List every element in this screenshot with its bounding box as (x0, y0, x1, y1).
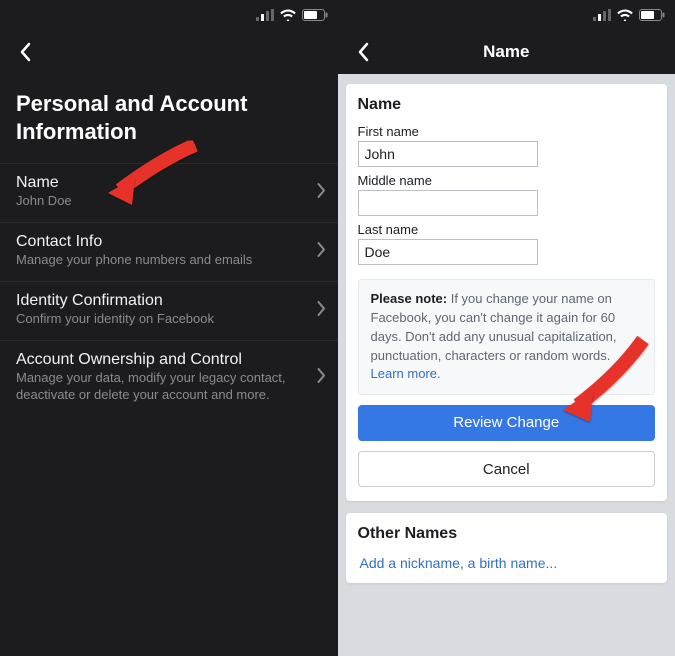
row-subtitle: John Doe (16, 193, 298, 210)
back-button[interactable] (350, 39, 376, 65)
row-title: Name (16, 174, 298, 192)
battery-icon (302, 9, 328, 21)
middle-name-input[interactable] (358, 190, 538, 216)
note-period: . (437, 366, 441, 381)
add-nickname-link[interactable]: Add a nickname, a birth name... (358, 547, 656, 573)
last-name-label: Last name (358, 222, 656, 237)
row-title: Account Ownership and Control (16, 351, 298, 369)
right-body: Name First name Middle name Last name Pl… (338, 74, 675, 656)
signal-icon (256, 9, 274, 21)
row-subtitle: Manage your phone numbers and emails (16, 252, 298, 269)
note-box: Please note: If you change your name on … (358, 279, 656, 395)
cancel-button[interactable]: Cancel (358, 451, 656, 487)
row-title: Identity Confirmation (16, 292, 298, 310)
row-account-ownership[interactable]: Account Ownership and Control Manage you… (0, 340, 338, 416)
chevron-right-icon (317, 300, 326, 321)
left-screen: Personal and Account Information Name Jo… (0, 0, 338, 656)
first-name-input[interactable] (358, 141, 538, 167)
chevron-right-icon (317, 182, 326, 203)
wifi-icon (280, 9, 296, 21)
battery-icon (639, 9, 665, 21)
signal-icon (593, 9, 611, 21)
other-names-title: Other Names (358, 525, 656, 543)
nav-title: Name (338, 42, 675, 62)
row-subtitle: Confirm your identity on Facebook (16, 311, 298, 328)
row-subtitle: Manage your data, modify your legacy con… (16, 370, 298, 404)
learn-more-link[interactable]: Learn more (371, 366, 437, 381)
name-card: Name First name Middle name Last name Pl… (346, 84, 668, 501)
chevron-right-icon (317, 368, 326, 389)
back-button[interactable] (12, 39, 38, 65)
wifi-icon (617, 9, 633, 21)
last-name-input[interactable] (358, 239, 538, 265)
nav-header-right: Name (338, 30, 675, 74)
row-identity-confirmation[interactable]: Identity Confirmation Confirm your ident… (0, 281, 338, 340)
chevron-left-icon (357, 42, 369, 62)
chevron-right-icon (317, 241, 326, 262)
first-name-label: First name (358, 124, 656, 139)
note-bold: Please note: (371, 291, 448, 306)
card-title: Name (358, 96, 656, 114)
nav-header-left (0, 30, 338, 74)
row-contact-info[interactable]: Contact Info Manage your phone numbers a… (0, 222, 338, 281)
row-name[interactable]: Name John Doe (0, 163, 338, 222)
review-change-button[interactable]: Review Change (358, 405, 656, 441)
row-title: Contact Info (16, 233, 298, 251)
status-bar-right (338, 0, 675, 30)
status-bar-left (0, 0, 338, 30)
page-title: Personal and Account Information (0, 74, 338, 163)
chevron-left-icon (19, 42, 31, 62)
right-screen: Name Name First name Middle name Last na… (338, 0, 675, 656)
other-names-card: Other Names Add a nickname, a birth name… (346, 513, 668, 583)
middle-name-label: Middle name (358, 173, 656, 188)
